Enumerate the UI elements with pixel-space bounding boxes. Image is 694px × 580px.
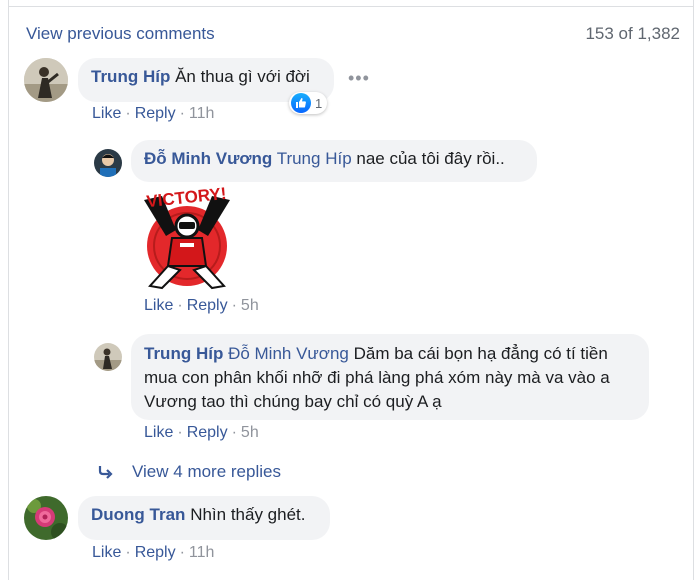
sticker-image: VICTORY! xyxy=(144,184,230,290)
mention-link[interactable]: Trung Híp xyxy=(277,149,352,168)
timestamp[interactable]: 11h xyxy=(189,544,215,561)
view-more-replies-label: View 4 more replies xyxy=(132,462,281,481)
reaction-summary[interactable]: 1 xyxy=(289,92,328,114)
avatar[interactable] xyxy=(24,58,68,102)
comment-bubble: Duong Tran Nhìn thấy ghét. xyxy=(78,496,330,540)
view-more-replies-link[interactable]: View 4 more replies xyxy=(98,462,281,482)
separator-dot: · xyxy=(177,424,183,441)
reply-button[interactable]: Reply xyxy=(187,297,228,314)
comment-text: Nhìn thấy ghét. xyxy=(190,505,306,524)
separator-dot: · xyxy=(231,297,237,314)
comment-text: nae của tôi đây rồi.. xyxy=(356,149,505,168)
comment-text: Dăm ba cái bọn hạ đẳng có tí tiền xyxy=(353,344,608,363)
reply-bubble: Đỗ Minh Vương Trung Híp nae của tôi đây … xyxy=(131,140,537,182)
comment-actions: Like · Reply · 5h xyxy=(144,297,259,315)
reply-button[interactable]: Reply xyxy=(135,544,176,561)
reply-button[interactable]: Reply xyxy=(187,424,228,441)
comment-text-line2: mua con phân khối nhỡ đi phá làng phá xó… xyxy=(144,368,610,387)
comment-line: Trung Híp Đỗ Minh Vương Dăm ba cái bọn h… xyxy=(144,342,636,366)
comment-author[interactable]: Đỗ Minh Vương xyxy=(144,149,272,168)
like-icon xyxy=(291,93,311,113)
comment-actions: Like · Reply · 11h xyxy=(92,105,214,123)
reply-bubble: Trung Híp Đỗ Minh Vương Dăm ba cái bọn h… xyxy=(131,334,649,420)
like-button[interactable]: Like xyxy=(144,297,173,314)
like-button[interactable]: Like xyxy=(92,544,121,561)
comment-author[interactable]: Duong Tran xyxy=(91,505,185,524)
comment-actions: Like · Reply · 5h xyxy=(144,424,259,442)
comment-text-line3: Vương tao thì chúng bay chỉ có quỳ A ạ xyxy=(144,392,442,411)
comment-actions: Like · Reply · 11h xyxy=(92,544,214,562)
timestamp[interactable]: 5h xyxy=(241,424,259,441)
comment-author[interactable]: Trung Híp xyxy=(91,67,170,86)
separator-dot: · xyxy=(179,544,185,561)
timestamp[interactable]: 5h xyxy=(241,297,259,314)
reaction-count: 1 xyxy=(315,95,323,111)
avatar[interactable] xyxy=(24,496,68,540)
separator-dot: · xyxy=(231,424,237,441)
timestamp[interactable]: 11h xyxy=(189,105,215,122)
reply-arrow-icon xyxy=(98,466,113,479)
comment-count: 153 of 1,382 xyxy=(585,24,680,43)
view-previous-comments-link[interactable]: View previous comments xyxy=(26,24,215,44)
avatar[interactable] xyxy=(94,343,122,371)
reply-button[interactable]: Reply xyxy=(135,105,176,122)
comment-text: Ăn thua gì với đời xyxy=(175,67,310,86)
separator-dot: · xyxy=(125,544,131,561)
top-border xyxy=(8,6,694,7)
separator-dot: · xyxy=(125,105,131,122)
separator-dot: · xyxy=(177,297,183,314)
like-button[interactable]: Like xyxy=(144,424,173,441)
mention-link[interactable]: Đỗ Minh Vương xyxy=(228,344,349,363)
like-button[interactable]: Like xyxy=(92,105,121,122)
victory-sticker[interactable]: VICTORY! xyxy=(132,184,242,292)
left-border xyxy=(8,0,9,580)
separator-dot: · xyxy=(179,105,185,122)
more-options-icon[interactable]: ••• xyxy=(348,68,370,89)
avatar[interactable] xyxy=(94,149,122,177)
comment-author[interactable]: Trung Híp xyxy=(144,344,223,363)
